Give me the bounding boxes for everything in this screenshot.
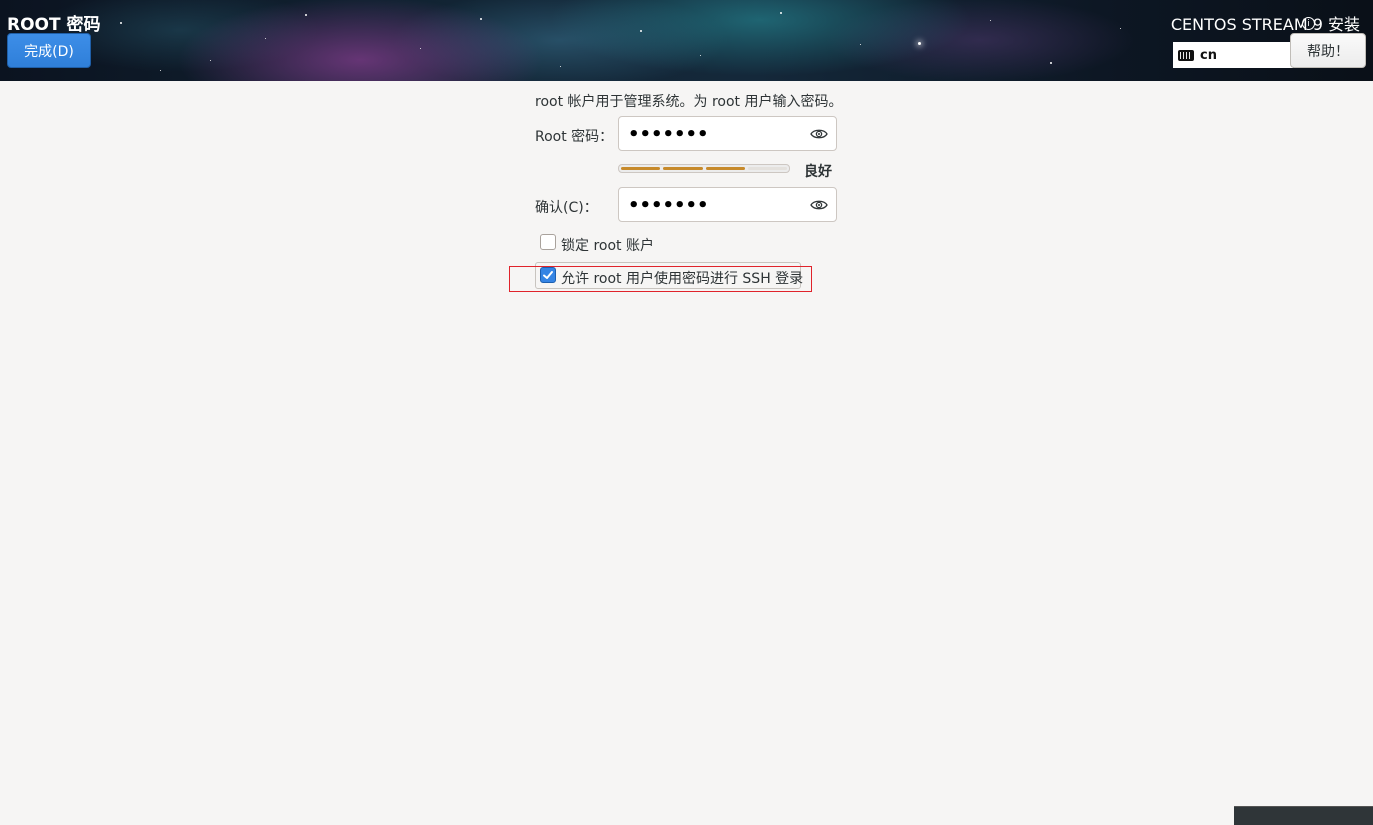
page-title: ROOT 密码 — [7, 15, 101, 35]
strength-segment — [705, 167, 745, 170]
confirm-password-value: ••••••• — [628, 195, 709, 216]
star-decoration — [160, 70, 161, 71]
bottom-corner-panel — [1234, 806, 1373, 825]
star-decoration — [990, 20, 991, 21]
strength-segment — [747, 167, 787, 170]
description-text: root 帐户用于管理系统。为 root 用户输入密码。 — [535, 94, 843, 110]
show-password-eye-icon[interactable] — [810, 198, 828, 212]
strength-segment — [663, 167, 703, 170]
info-icon: i — [1302, 17, 1315, 30]
star-decoration — [210, 60, 211, 61]
star-decoration — [120, 22, 122, 24]
star-decoration — [1050, 62, 1052, 64]
keyboard-layout-indicator[interactable]: cn — [1173, 42, 1293, 68]
show-password-eye-icon[interactable] — [810, 127, 828, 141]
keyboard-layout-label: cn — [1200, 47, 1217, 63]
keyboard-icon — [1178, 49, 1194, 61]
star-decoration — [918, 42, 921, 45]
password-strength-label: 良好 — [804, 164, 832, 180]
lock-root-checkbox[interactable] — [540, 234, 556, 250]
install-title: CENTOS STREAM 9 安装 — [1170, 15, 1360, 34]
star-decoration — [265, 38, 266, 39]
star-decoration — [560, 66, 561, 67]
strength-segment — [621, 167, 661, 170]
help-button[interactable]: 帮助！ — [1290, 33, 1366, 68]
star-decoration — [420, 48, 421, 49]
confirm-password-label: 确认(C)： — [535, 200, 598, 216]
lock-root-label[interactable]: 锁定 root 账户 — [561, 235, 654, 255]
root-password-field[interactable]: ••••••• — [618, 116, 837, 151]
done-button[interactable]: 完成(D) — [7, 33, 91, 68]
root-password-label: Root 密码： — [535, 129, 614, 145]
star-decoration — [480, 18, 482, 20]
highlight-annotation-box — [509, 266, 812, 292]
star-decoration — [1120, 28, 1121, 29]
root-password-value: ••••••• — [628, 124, 709, 145]
star-decoration — [780, 12, 782, 14]
star-decoration — [700, 55, 701, 56]
header-banner: ROOT 密码 完成(D) CENTOS STREAM 9 安装 i cn 帮助… — [0, 0, 1373, 81]
star-decoration — [640, 30, 642, 32]
star-decoration — [305, 14, 307, 16]
confirm-password-field[interactable]: ••••••• — [618, 187, 837, 222]
star-decoration — [860, 44, 861, 45]
password-strength-bar — [618, 164, 790, 173]
